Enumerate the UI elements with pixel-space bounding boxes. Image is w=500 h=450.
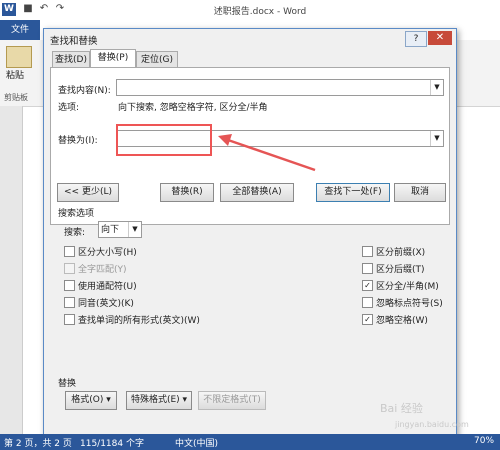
match-option-checkbox-label[interactable]: 区分前缀(X)	[376, 245, 425, 258]
options-value: 向下搜索, 忽略空格字符, 区分全/半角	[118, 103, 268, 113]
undo-icon[interactable]: ↶	[38, 3, 50, 15]
search-option-checkbox-label[interactable]: 使用通配符(U)	[78, 279, 137, 292]
match-option-checkbox[interactable]	[362, 246, 373, 257]
search-option-checkbox[interactable]	[64, 246, 75, 257]
match-option-checkbox[interactable]: ✓	[362, 280, 373, 291]
page-count[interactable]: 第 2 页，共 2 页	[4, 436, 72, 449]
file-tab[interactable]: 文件	[0, 20, 40, 40]
highlight-box	[116, 124, 212, 156]
help-button[interactable]: ?	[405, 31, 427, 47]
dialog-title: 查找和替换	[50, 36, 98, 47]
search-option-checkbox	[64, 263, 75, 274]
search-direction-value: 向下	[101, 225, 120, 235]
search-option-checkbox-label[interactable]: 查找单词的所有形式(英文)(W)	[78, 313, 200, 326]
replace-button[interactable]: 替换(R)	[160, 183, 214, 202]
search-option-checkbox[interactable]	[64, 314, 75, 325]
document-title: 述职报告.docx - Word	[213, 7, 307, 17]
close-button[interactable]: ✕	[428, 31, 452, 45]
match-option-checkbox[interactable]: ✓	[362, 314, 373, 325]
match-option-checkbox[interactable]	[362, 297, 373, 308]
annotation-arrow	[218, 134, 316, 172]
no-format-button: 不限定格式(T)	[198, 391, 266, 410]
replace-all-button[interactable]: 全部替换(A)	[220, 183, 294, 202]
format-button[interactable]: 格式(O) ▾	[65, 391, 117, 410]
find-input[interactable]: ▼	[116, 79, 444, 96]
chevron-down-icon[interactable]: ▼	[430, 131, 443, 146]
paste-label[interactable]: 粘贴	[6, 68, 24, 81]
replace-section-title: 替换	[58, 379, 77, 389]
clipboard-group-label: 剪贴板	[4, 93, 28, 102]
tab-goto[interactable]: 定位(G)	[136, 51, 178, 68]
tab-replace[interactable]: 替换(P)	[90, 49, 136, 69]
replace-label: 替换为(I):	[58, 136, 98, 146]
match-option-checkbox-label[interactable]: 区分后缀(T)	[376, 262, 425, 275]
find-next-button[interactable]: 查找下一处(F)	[316, 183, 390, 202]
match-option-checkbox-label[interactable]: 忽略空格(W)	[376, 313, 428, 326]
search-option-checkbox-label: 全字匹配(Y)	[78, 265, 127, 275]
save-icon[interactable]: ■	[22, 3, 34, 15]
vertical-ruler	[0, 106, 23, 436]
tab-find[interactable]: 查找(D)	[52, 51, 90, 68]
chevron-down-icon[interactable]: ▼	[128, 222, 141, 237]
search-options-title: 搜索选项	[58, 209, 95, 219]
search-option-checkbox-label[interactable]: 区分大小写(H)	[78, 245, 137, 258]
zoom-level[interactable]: 70%	[474, 436, 494, 446]
search-direction-select[interactable]: 向下 ▼	[98, 221, 142, 238]
word-logo: W	[2, 3, 16, 16]
match-option-checkbox-label[interactable]: 忽略标点符号(S)	[376, 296, 443, 309]
language[interactable]: 中文(中国)	[175, 436, 218, 449]
word-count[interactable]: 115/1184 个字	[80, 436, 144, 449]
find-replace-dialog: 查找和替换 ? ✕ 查找(D) 替换(P) 定位(G) 查找内容(N): ▼ 选…	[43, 28, 457, 442]
watermark-url: jingyan.baidu.com	[395, 420, 469, 429]
status-bar: 第 2 页，共 2 页 115/1184 个字 中文(中国) 70%	[0, 434, 500, 450]
watermark: Bai 经验	[380, 402, 423, 415]
match-option-checkbox-label[interactable]: 区分全/半角(M)	[376, 279, 439, 292]
special-format-button[interactable]: 特殊格式(E) ▾	[126, 391, 192, 410]
find-label: 查找内容(N):	[58, 86, 111, 96]
search-option-checkbox[interactable]	[64, 297, 75, 308]
match-option-checkbox[interactable]	[362, 263, 373, 274]
less-button[interactable]: << 更少(L)	[57, 183, 119, 202]
cancel-button[interactable]: 取消	[394, 183, 446, 202]
search-option-checkbox-label[interactable]: 同音(英文)(K)	[78, 296, 134, 309]
search-option-checkbox[interactable]	[64, 280, 75, 291]
chevron-down-icon[interactable]: ▼	[430, 80, 443, 95]
redo-icon[interactable]: ↷	[54, 3, 66, 15]
options-label: 选项:	[58, 103, 80, 113]
search-direction-label: 搜索:	[64, 228, 86, 238]
paste-icon[interactable]	[6, 46, 32, 68]
